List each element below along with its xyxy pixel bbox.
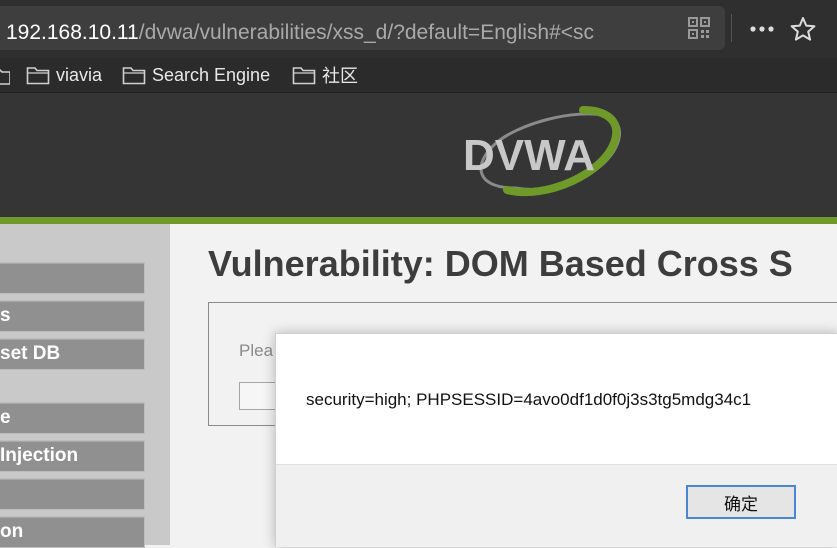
dvwa-header (0, 93, 837, 217)
form-prompt: Plea (239, 341, 274, 360)
folder-icon (292, 67, 316, 85)
bookmark-label: 社区 (322, 66, 358, 86)
folder-icon (122, 67, 146, 85)
address-bar-url[interactable]: 192.168.10.11/dvwa/vulnerabilities/xss_d… (6, 21, 636, 45)
sidebar-item-label: s (0, 305, 11, 326)
address-bar[interactable]: 192.168.10.11/dvwa/vulnerabilities/xss_d… (0, 6, 725, 50)
sidebar-item-label: e (0, 407, 11, 428)
alert-message: security=high; PHPSESSID=4avo0df1d0f0j3s… (306, 390, 752, 409)
sidebar-item-command-injection[interactable]: Injection (0, 440, 145, 472)
sidebar-item[interactable]: s (0, 300, 145, 332)
bookmarks-bar: viavia Search Engine 社区 (0, 58, 837, 93)
folder-icon[interactable] (0, 67, 10, 85)
sidebar-menu: s set DB e Injection on (0, 224, 170, 548)
ok-button[interactable]: 确定 (686, 485, 796, 519)
toolbar-separator (731, 14, 732, 42)
sidebar-item-label: Injection (0, 445, 79, 466)
header-accent-bar (0, 217, 837, 224)
logo-text: DVWA (463, 131, 595, 180)
url-path: /dvwa/vulnerabilities/xss_d/?default=Eng… (138, 21, 595, 44)
bookmark-folder-viavia[interactable]: viavia (26, 64, 102, 86)
sidebar-item-setup-reset-db[interactable]: set DB (0, 338, 145, 370)
qr-code-icon[interactable] (688, 17, 710, 39)
bookmark-label: Search Engine (152, 64, 271, 85)
page-title: Vulnerability: DOM Based Cross S (208, 243, 793, 284)
sidebar-item-label: set DB (0, 343, 61, 364)
folder-icon (26, 67, 50, 85)
dvwa-logo: DVWA (463, 106, 621, 197)
sidebar-item[interactable]: on (0, 516, 145, 548)
alert-dialog: security=high; PHPSESSID=4avo0df1d0f0j3s… (275, 333, 837, 547)
sidebar-item[interactable] (0, 478, 145, 510)
url-host: 192.168.10.11 (6, 21, 139, 44)
more-options-icon[interactable] (748, 17, 776, 41)
alert-footer: 确定 (276, 464, 837, 547)
sidebar-item[interactable]: e (0, 402, 145, 434)
sidebar-item-label: on (0, 521, 24, 542)
bookmark-star-icon[interactable] (790, 16, 816, 42)
bookmark-label: viavia (56, 64, 103, 85)
bookmark-folder-search-engine[interactable]: Search Engine (122, 64, 270, 86)
sidebar-item[interactable] (0, 262, 145, 294)
browser-toolbar: 192.168.10.11/dvwa/vulnerabilities/xss_d… (0, 0, 837, 58)
bookmark-folder-community[interactable]: 社区 (292, 64, 358, 86)
